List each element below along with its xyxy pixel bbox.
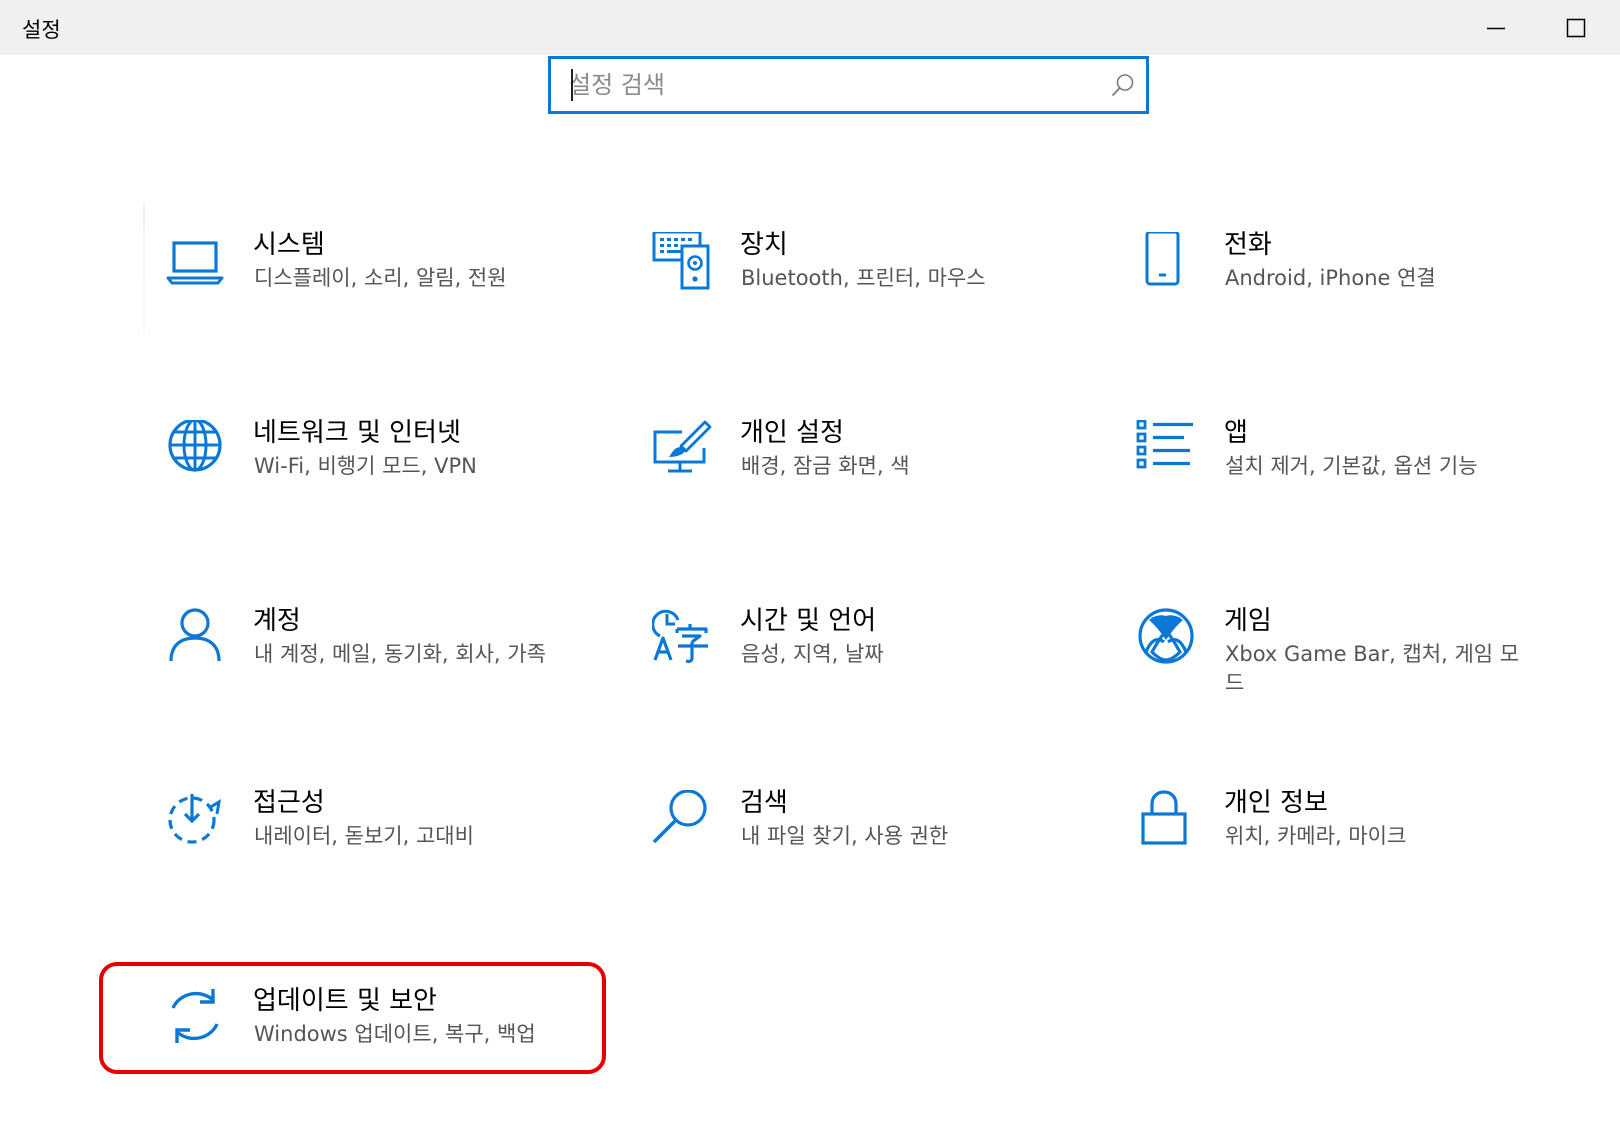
tile-personalization[interactable]: 개인 설정 배경, 잠금 화면, 색 [652, 418, 1102, 570]
devices-icon [652, 232, 712, 292]
maximize-button[interactable] [1540, 0, 1612, 55]
focus-divider [143, 202, 145, 337]
personalization-icon [652, 420, 712, 480]
tile-search[interactable]: 검색 내 파일 찾기, 사용 권한 [652, 788, 1102, 940]
tile-desc: 내 계정, 메일, 동기화, 회사, 가족 [254, 642, 546, 666]
ease-of-access-icon [165, 790, 225, 850]
tile-system[interactable]: 시스템 디스플레이, 소리, 알림, 전원 [165, 230, 615, 382]
tile-desc: 내레이터, 돋보기, 고대비 [254, 824, 474, 848]
tile-gaming[interactable]: 게임 Xbox Game Bar, 캡처, 게임 모드 [1136, 606, 1586, 758]
tile-desc: 디스플레이, 소리, 알림, 전원 [254, 266, 507, 290]
tile-title: 개인 설정 [740, 418, 844, 448]
tile-title: 접근성 [253, 788, 325, 818]
globe-icon [165, 420, 225, 480]
tile-desc: 설치 제거, 기본값, 옵션 기능 [1225, 454, 1478, 478]
magnifier-icon [652, 790, 712, 850]
tile-desc: Wi-Fi, 비행기 모드, VPN [254, 454, 477, 478]
tile-accounts[interactable]: 계정 내 계정, 메일, 동기화, 회사, 가족 [165, 606, 615, 758]
tile-privacy[interactable]: 개인 정보 위치, 카메라, 마이크 [1136, 788, 1586, 940]
tile-title: 개인 정보 [1224, 788, 1328, 818]
tile-desc: 내 파일 찾기, 사용 권한 [741, 824, 949, 848]
tile-desc: 음성, 지역, 날짜 [741, 642, 884, 666]
time-language-icon [652, 608, 712, 668]
tile-title: 계정 [253, 606, 301, 636]
apps-list-icon [1136, 420, 1196, 480]
search-input[interactable] [569, 67, 1089, 103]
lock-icon [1136, 790, 1196, 850]
tile-desc: 위치, 카메라, 마이크 [1225, 824, 1407, 848]
tile-title: 시간 및 언어 [740, 606, 877, 636]
tile-network[interactable]: 네트워크 및 인터넷 Wi-Fi, 비행기 모드, VPN [165, 418, 615, 570]
tile-time-language[interactable]: 시간 및 언어 음성, 지역, 날짜 [652, 606, 1102, 758]
minimize-icon [1487, 27, 1505, 29]
tile-phone[interactable]: 전화 Android, iPhone 연결 [1136, 230, 1586, 382]
tile-devices[interactable]: 장치 Bluetooth, 프린터, 마우스 [652, 230, 1102, 382]
tile-title: 게임 [1224, 606, 1272, 636]
tile-title: 네트워크 및 인터넷 [253, 418, 461, 448]
highlight-annotation [99, 962, 606, 1074]
tile-title: 검색 [740, 788, 788, 818]
search-icon[interactable] [1110, 72, 1136, 98]
xbox-icon [1136, 608, 1196, 668]
tile-title: 전화 [1224, 230, 1272, 260]
minimize-button[interactable] [1460, 0, 1532, 55]
tile-title: 장치 [740, 230, 788, 260]
phone-icon [1136, 232, 1196, 292]
tile-desc: Xbox Game Bar, 캡처, 게임 모드 [1225, 642, 1520, 695]
tile-ease-of-access[interactable]: 접근성 내레이터, 돋보기, 고대비 [165, 788, 615, 940]
tile-title: 앱 [1224, 418, 1248, 448]
text-caret [571, 69, 573, 101]
search-box[interactable] [548, 56, 1149, 114]
tile-apps[interactable]: 앱 설치 제거, 기본값, 옵션 기능 [1136, 418, 1586, 570]
tile-desc: 배경, 잠금 화면, 색 [741, 454, 910, 478]
laptop-icon [165, 232, 225, 292]
maximize-icon [1566, 18, 1586, 37]
person-icon [165, 608, 225, 668]
title-bar: 설정 [0, 0, 1620, 55]
tile-desc: Bluetooth, 프린터, 마우스 [741, 266, 986, 290]
tile-title: 시스템 [253, 230, 325, 260]
tile-desc: Android, iPhone 연결 [1225, 266, 1436, 290]
window-title: 설정 [22, 18, 61, 42]
